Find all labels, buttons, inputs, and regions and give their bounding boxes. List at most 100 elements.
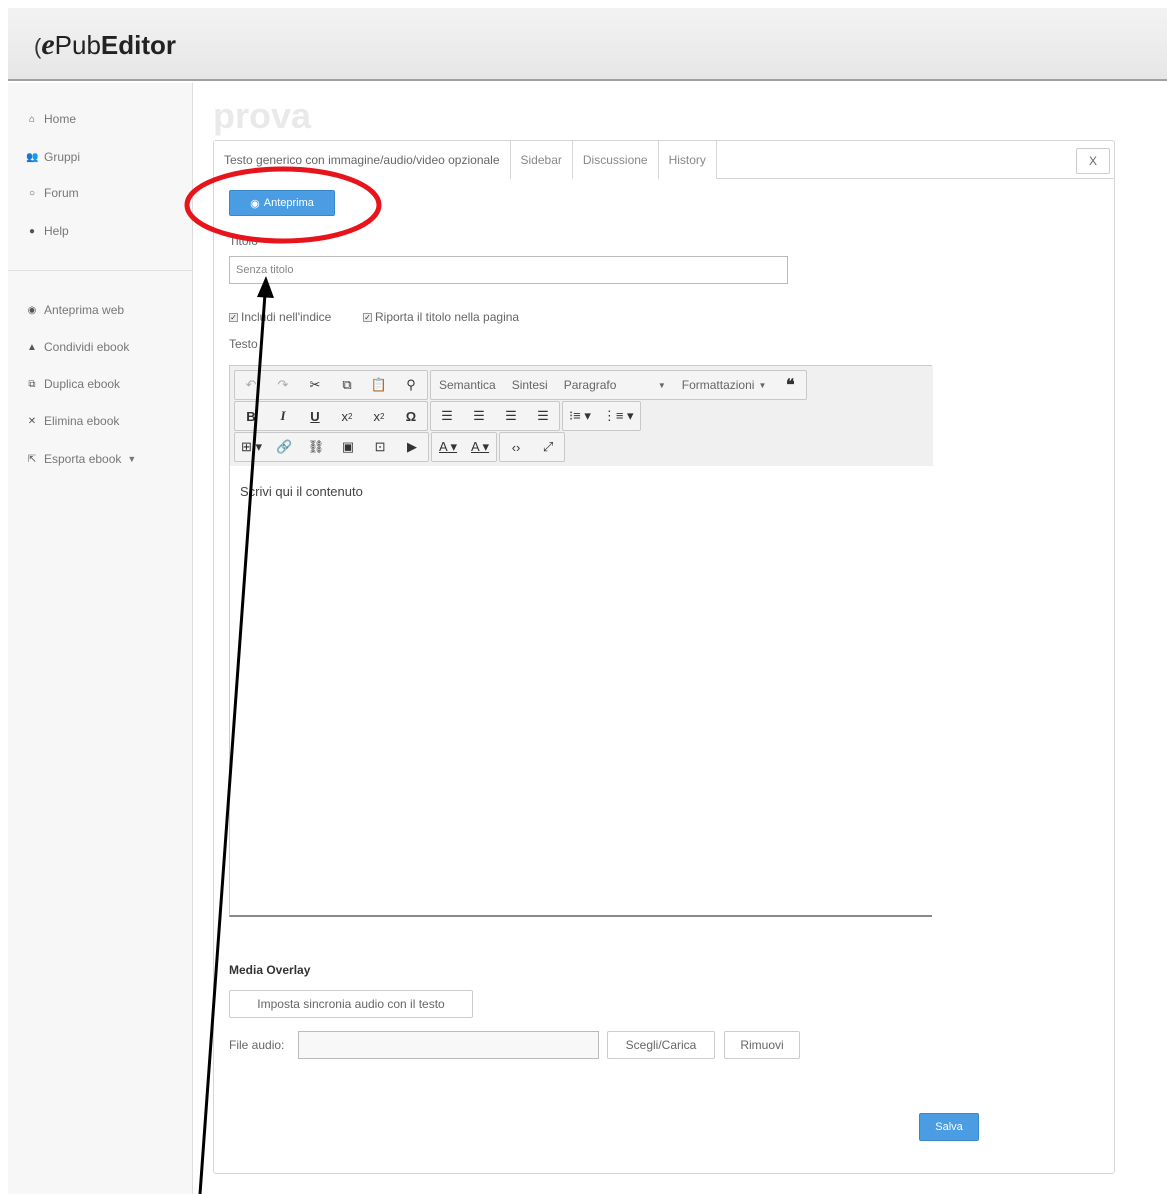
include-index-checkbox[interactable]: ✓ Includi nell'indice — [229, 310, 331, 324]
copy-icon[interactable]: ⧉ — [331, 371, 363, 399]
sidebar-item-label: Anteprima web — [44, 303, 125, 317]
sidebar-item-label: Elimina ebook — [44, 414, 120, 428]
media-overlay-title: Media Overlay — [229, 963, 311, 977]
checkbox-label: Includi nell'indice — [241, 310, 332, 324]
toolbar-group-align: ☰ ☰ ☰ ☰ — [430, 401, 560, 431]
subscript-icon[interactable]: x2 — [331, 402, 363, 430]
sidebar-item-elimina[interactable]: ✕ Elimina ebook — [26, 414, 120, 428]
undo-icon[interactable]: ↶ — [235, 371, 267, 399]
align-right-icon[interactable]: ☰ — [495, 402, 527, 430]
logo-prefix: e — [41, 28, 55, 61]
formattazioni-dropdown[interactable]: Formattazioni ▼ — [674, 371, 775, 399]
redo-icon[interactable]: ↷ — [267, 371, 299, 399]
editor-content[interactable]: Scrivi qui il contenuto — [240, 484, 363, 499]
tab-bar: Testo generico con immagine/audio/video … — [214, 141, 1114, 179]
save-button[interactable]: Salva — [919, 1113, 979, 1141]
caret-down-icon: ▼ — [758, 380, 767, 390]
toolbar-group-colors: A ▾ A ▾ — [431, 432, 498, 462]
superscript-icon[interactable]: x2 — [363, 402, 395, 430]
title-label: Titolo — [229, 234, 258, 248]
sidebar-item-help[interactable]: ● Help — [26, 224, 69, 238]
tab-sidebar[interactable]: Sidebar — [510, 141, 573, 179]
chat-icon: ○ — [28, 187, 36, 199]
fullscreen-icon[interactable]: ⤢ — [532, 433, 564, 461]
logo-bold: Editor — [100, 30, 177, 60]
audio-file-input[interactable] — [298, 1031, 599, 1059]
semantica-button[interactable]: Semantica — [431, 371, 504, 399]
align-left-icon[interactable]: ☰ — [431, 402, 463, 430]
remove-button[interactable]: Rimuovi — [724, 1031, 800, 1059]
paste-icon[interactable]: 📋 — [363, 371, 395, 399]
source-code-icon[interactable]: ‹› — [500, 433, 532, 461]
app-header: (ePubEditor — [8, 8, 1167, 81]
link-icon[interactable]: 🔗 — [268, 433, 300, 461]
sidebar-item-duplica[interactable]: ⧉ Duplica ebook — [26, 377, 120, 391]
paragrafo-dropdown[interactable]: Paragrafo ▼ — [556, 371, 674, 399]
editor-panel: Testo generico con immagine/audio/video … — [213, 140, 1115, 1174]
table-icon[interactable]: ⊞ ▾ — [235, 433, 268, 461]
export-icon: ⇱ — [27, 453, 37, 465]
bullet-list-icon[interactable]: ⁝≡ ▾ — [563, 402, 597, 430]
tab-history[interactable]: History — [658, 141, 717, 179]
sidebar-item-label: Forum — [44, 186, 79, 200]
close-button[interactable]: X — [1076, 148, 1110, 174]
toolbar-group-styles: Semantica Sintesi Paragrafo ▼ Formattazio… — [430, 370, 808, 400]
caret-down-icon: ▼ — [657, 380, 666, 390]
tab-testo-generico[interactable]: Testo generico con immagine/audio/video … — [214, 141, 511, 179]
toolbar-group-clipboard: ↶ ↷ ✂ ⧉ 📋 ⚲ — [234, 370, 428, 400]
sidebar-item-home[interactable]: ⌂ Home — [26, 112, 76, 126]
close-icon: ✕ — [27, 415, 37, 427]
text-color-icon[interactable]: A ▾ — [432, 433, 464, 461]
choose-upload-button[interactable]: Scegli/Carica — [607, 1031, 715, 1059]
text-label: Testo — [229, 337, 258, 351]
align-justify-icon[interactable]: ☰ — [527, 402, 559, 430]
sidebar-item-label: Gruppi — [44, 150, 81, 164]
background-color-icon[interactable]: A ▾ — [464, 433, 496, 461]
formattazioni-label: Formattazioni — [681, 378, 755, 392]
sidebar-item-label: Duplica ebook — [44, 377, 121, 391]
tab-discussione[interactable]: Discussione — [572, 141, 659, 179]
unlink-icon[interactable]: ⛓ — [300, 433, 332, 461]
eye-icon: ◉ — [250, 197, 260, 210]
preview-button[interactable]: ◉ Anteprima — [229, 190, 335, 216]
toolbar-group-format: B I U x2 x2 Ω — [234, 401, 428, 431]
sidebar-item-anteprima-web[interactable]: ◉ Anteprima web — [26, 303, 124, 317]
image-icon[interactable]: ▣ — [332, 433, 364, 461]
paragrafo-label: Paragrafo — [563, 378, 617, 392]
app-logo[interactable]: (ePubEditor — [34, 28, 176, 62]
sync-audio-button[interactable]: Imposta sincronia audio con il testo — [229, 990, 473, 1018]
sidebar-divider — [8, 270, 193, 271]
rich-text-editor: ↶ ↷ ✂ ⧉ 📋 ⚲ Semantica Sintesi Paragrafo ▼… — [229, 365, 933, 917]
numbered-list-icon[interactable]: ⋮≡ ▾ — [597, 402, 640, 430]
users-icon: 👥 — [26, 151, 39, 163]
sidebar-item-condividi[interactable]: ▲ Condividi ebook — [26, 340, 129, 354]
toolbar-group-lists: ⁝≡ ▾ ⋮≡ ▾ — [562, 401, 641, 431]
media-icon[interactable]: ⊡ — [364, 433, 396, 461]
editor-toolbar: ↶ ↷ ✂ ⧉ 📋 ⚲ Semantica Sintesi Paragrafo ▼… — [230, 366, 933, 466]
sidebar-item-forum[interactable]: ○ Forum — [26, 186, 79, 200]
help-icon: ● — [28, 225, 36, 237]
copy-icon: ⧉ — [28, 378, 36, 390]
page-title: prova — [213, 95, 312, 136]
blockquote-icon[interactable]: ❝ — [774, 371, 806, 399]
special-char-button[interactable]: Ω — [395, 402, 427, 430]
title-input[interactable]: Senza titolo — [229, 256, 788, 284]
find-icon[interactable]: ⚲ — [395, 371, 427, 399]
bold-button[interactable]: B — [235, 402, 267, 430]
caret-down-icon: ▼ — [127, 454, 137, 464]
underline-button[interactable]: U — [299, 402, 331, 430]
user-icon: ▲ — [27, 341, 37, 353]
sidebar-item-esporta[interactable]: ⇱ Esporta ebook ▼ — [26, 452, 137, 466]
checkbox-label: Riporta il titolo nella pagina — [375, 310, 520, 324]
cut-icon[interactable]: ✂ — [299, 371, 331, 399]
sidebar-item-gruppi[interactable]: 👥 Gruppi — [26, 150, 80, 164]
home-icon: ⌂ — [28, 113, 36, 125]
italic-button[interactable]: I — [267, 402, 299, 430]
video-icon[interactable]: ▶ — [396, 433, 428, 461]
show-title-checkbox[interactable]: ✓ Riporta il titolo nella pagina — [363, 310, 519, 324]
sintesi-button[interactable]: Sintesi — [504, 371, 556, 399]
align-center-icon[interactable]: ☰ — [463, 402, 495, 430]
preview-button-label: Anteprima — [263, 197, 314, 209]
eye-icon: ◉ — [27, 304, 37, 316]
toolbar-group-insert: ⊞ ▾ 🔗 ⛓ ▣ ⊡ ▶ — [234, 432, 430, 462]
